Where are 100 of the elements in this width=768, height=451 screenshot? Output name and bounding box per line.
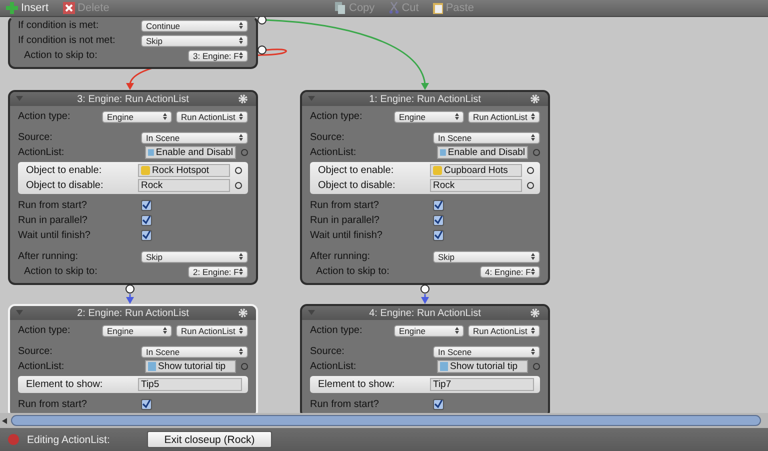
dropdown[interactable]: In Scene	[141, 132, 248, 144]
object-field[interactable]: Rock	[430, 179, 522, 192]
asset-field[interactable]: Show tutorial tip	[145, 360, 236, 373]
object-picker-icon[interactable]	[235, 167, 242, 174]
object-field[interactable]: Tip7	[430, 378, 534, 391]
dropdown[interactable]: 3: Engine: F	[188, 50, 248, 62]
document-icon	[440, 148, 446, 157]
dropdown[interactable]: Engine	[394, 110, 464, 122]
field-label: Action type:	[18, 325, 72, 336]
field-label: After running:	[18, 251, 80, 262]
asset-field[interactable]: Show tutorial tip	[437, 360, 528, 373]
field-label: Action type:	[18, 111, 72, 122]
arrows-icon	[531, 268, 535, 275]
socket-handle[interactable]	[258, 46, 266, 54]
socket-handle[interactable]	[126, 284, 134, 294]
field-label: Object to disable:	[318, 180, 396, 191]
arrows-icon	[239, 22, 243, 29]
checkbox[interactable]	[433, 215, 444, 226]
object-field[interactable]: Rock	[138, 179, 230, 192]
toolbar-button[interactable]: Insert	[6, 2, 49, 14]
field-label: Action to skip to:	[23, 266, 98, 277]
arrows-icon	[239, 134, 243, 141]
checkbox[interactable]	[433, 230, 444, 241]
checkbox[interactable]	[433, 200, 444, 211]
dropdown[interactable]: Skip	[141, 250, 248, 262]
settings-icon[interactable]	[238, 308, 248, 318]
action-node[interactable]	[8, 90, 258, 285]
dropdown[interactable]: Engine	[102, 324, 172, 336]
field-label: Object to enable:	[26, 165, 103, 176]
dropdown[interactable]: Continue	[141, 20, 248, 32]
object-icon	[141, 166, 150, 175]
field-label: Run in parallel?	[18, 215, 88, 226]
field-label: Run from start?	[18, 200, 88, 211]
field-label: Source:	[310, 346, 346, 357]
dropdown[interactable]: 2: Engine: F	[188, 266, 248, 278]
settings-icon[interactable]	[238, 94, 248, 104]
dropdown[interactable]: In Scene	[433, 346, 540, 358]
arrows-icon	[239, 268, 243, 275]
field-label: After running:	[310, 251, 372, 262]
dropdown[interactable]: Skip	[141, 34, 248, 46]
field-label: Run in parallel?	[310, 215, 380, 226]
object-picker-icon[interactable]	[235, 182, 242, 189]
object-field[interactable]: Tip5	[138, 378, 242, 391]
field-label: Source:	[18, 346, 54, 357]
arrows-icon	[239, 52, 243, 59]
action-node[interactable]: If condition is met: Continue If condition is not met: Skip Action to skip to: 3: Engine: F	[8, 17, 258, 69]
checkbox[interactable]	[141, 215, 152, 226]
settings-icon[interactable]	[530, 308, 540, 318]
node-title-bar[interactable]: 1: Engine: Run ActionList	[302, 92, 548, 106]
dropdown[interactable]: In Scene	[433, 132, 540, 144]
arrows-icon	[455, 327, 459, 334]
dropdown[interactable]: Run ActionList	[176, 110, 248, 122]
socket-handle[interactable]	[420, 284, 430, 294]
checkbox[interactable]	[433, 399, 444, 410]
field-label: Wait until finish?	[18, 230, 92, 241]
object-field[interactable]: Rock Hotspot	[138, 164, 230, 177]
dropdown[interactable]: Run ActionList	[468, 324, 540, 336]
action-node[interactable]: 4: Engine: Run ActionList Action type: Engine Run ActionList Source: In Scene ActionList: Show tutorial tip Element to show: Tip7 Run from start?	[300, 304, 550, 413]
x-icon	[62, 2, 75, 14]
dropdown[interactable]: Run ActionList	[468, 110, 540, 122]
document-icon	[148, 148, 154, 157]
checkbox[interactable]	[141, 200, 152, 211]
exit-closeup-button[interactable]: Exit closeup (Rock)	[147, 431, 272, 448]
action-node[interactable]: 2: Engine: Run ActionList Action type: Engine Run ActionList Source: In Scene ActionList: Show tutorial tip Element to show: Tip5 Run from start?	[8, 304, 258, 413]
dropdown[interactable]: Skip	[433, 250, 540, 262]
settings-icon[interactable]	[530, 94, 540, 104]
arrows-icon	[531, 253, 535, 260]
connector-arrow	[126, 294, 134, 304]
dropdown[interactable]: 4: Engine: F	[480, 266, 540, 278]
dropdown[interactable]: Engine	[394, 324, 464, 336]
checkbox[interactable]	[141, 230, 152, 241]
arrows-icon	[239, 253, 243, 260]
arrows-icon	[239, 327, 243, 334]
pages-icon	[335, 2, 346, 14]
dropdown[interactable]: In Scene	[141, 346, 248, 358]
checkbox[interactable]	[141, 399, 152, 410]
arrows-icon	[531, 327, 535, 334]
scrollbar-thumb[interactable]	[11, 415, 761, 426]
action-node[interactable]	[300, 90, 550, 285]
object-field[interactable]: Cupboard Hots	[430, 164, 522, 177]
connector-arrow	[421, 294, 429, 304]
object-picker-icon[interactable]	[527, 182, 534, 189]
asset-field[interactable]: Enable and Disabl	[145, 146, 236, 159]
asset-field[interactable]: Enable and Disabl	[437, 146, 528, 159]
arrows-icon	[531, 113, 535, 120]
arrows-icon	[239, 348, 243, 355]
record-dot-icon	[8, 434, 19, 445]
object-picker-icon[interactable]	[527, 167, 534, 174]
scroll-left-icon[interactable]	[2, 418, 7, 424]
dropdown[interactable]: Engine	[102, 110, 172, 122]
node-title-bar[interactable]: 2: Engine: Run ActionList	[10, 306, 256, 320]
socket-handle[interactable]	[258, 17, 266, 24]
node-title-bar[interactable]: 4: Engine: Run ActionList	[302, 306, 548, 320]
scissors-icon	[388, 2, 399, 14]
dropdown[interactable]: Run ActionList	[176, 324, 248, 336]
arrows-icon	[531, 348, 535, 355]
node-title-bar[interactable]: 3: Engine: Run ActionList	[10, 92, 256, 106]
document-icon	[148, 362, 156, 371]
field-label: Action to skip to:	[315, 266, 390, 277]
field-label: ActionList:	[18, 147, 66, 158]
